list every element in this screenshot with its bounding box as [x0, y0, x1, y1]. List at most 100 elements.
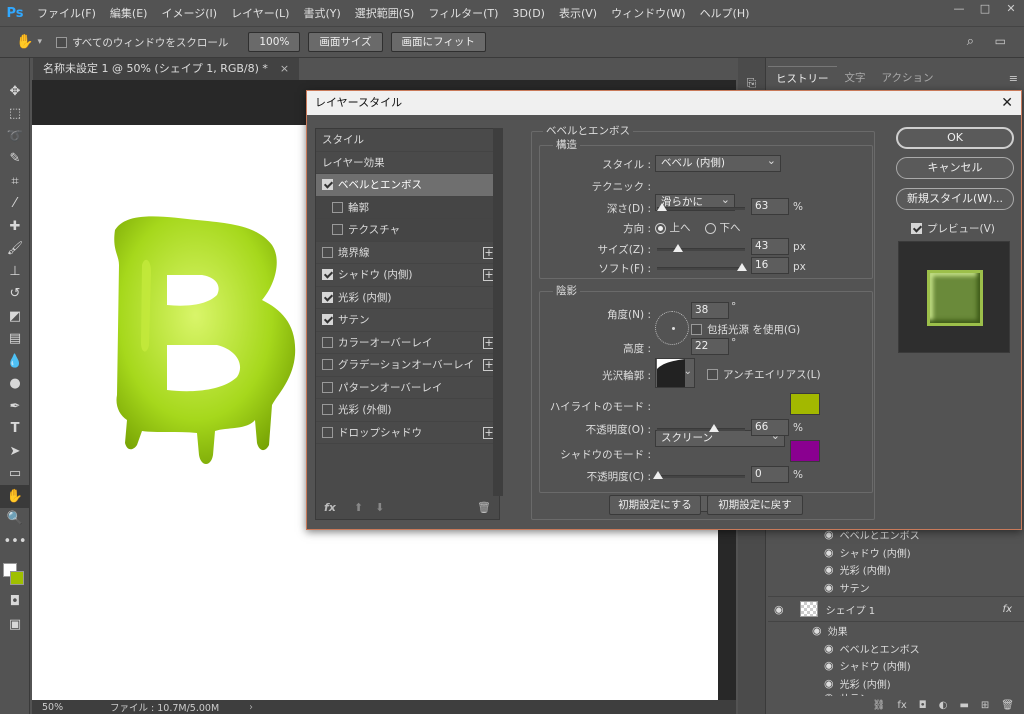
- move-tool-icon[interactable]: ✥: [0, 80, 30, 103]
- style-item[interactable]: ドロップシャドウ +: [316, 422, 499, 444]
- eye-icon[interactable]: ◉: [812, 624, 822, 637]
- eye-icon[interactable]: ◉: [824, 659, 834, 672]
- style-item[interactable]: 光彩 (外側): [316, 399, 499, 422]
- chevron-down-icon[interactable]: ⌄: [684, 366, 692, 377]
- style-item[interactable]: グラデーションオーバーレイ +: [316, 354, 499, 377]
- direction-down-radio[interactable]: 下へ: [705, 220, 741, 235]
- quick-select-tool-icon[interactable]: ✎: [0, 148, 30, 171]
- history-panel-icon[interactable]: ⎘: [738, 76, 765, 91]
- tab-actions[interactable]: アクション: [874, 66, 942, 90]
- document-tab[interactable]: 名称未設定 1 @ 50% (シェイプ 1, RGB/8) * ×: [33, 58, 300, 80]
- new-style-button[interactable]: 新規スタイル(W)...: [896, 188, 1014, 210]
- style-item[interactable]: カラーオーバーレイ +: [316, 332, 499, 354]
- layer-effect-row[interactable]: ◉ サテン: [768, 579, 1024, 597]
- style-item[interactable]: ベベルとエンボス: [316, 174, 499, 197]
- soften-input[interactable]: 16: [751, 257, 789, 274]
- status-arrow-icon[interactable]: ›: [249, 702, 253, 713]
- close-icon[interactable]: ✕: [998, 0, 1024, 18]
- size-slider[interactable]: [657, 248, 745, 251]
- make-default-button[interactable]: 初期設定にする: [609, 495, 701, 515]
- altitude-input[interactable]: 22: [691, 338, 729, 355]
- gloss-contour-picker[interactable]: ⌄: [655, 358, 695, 388]
- eye-icon[interactable]: ◉: [774, 603, 784, 616]
- shadow-opacity-slider[interactable]: [657, 475, 745, 478]
- background-color-swatch[interactable]: [10, 570, 24, 585]
- menu-type[interactable]: 書式(Y): [296, 5, 347, 21]
- shadow-opacity-input[interactable]: 0: [751, 466, 789, 483]
- lasso-tool-icon[interactable]: ➰: [0, 125, 30, 148]
- brush-tool-icon[interactable]: 🖌: [0, 238, 30, 261]
- ok-button[interactable]: OK: [896, 127, 1014, 149]
- menu-image[interactable]: イメージ(I): [154, 5, 224, 21]
- zoom-tool-icon[interactable]: 🔍: [0, 508, 30, 531]
- angle-input[interactable]: 38: [691, 302, 729, 319]
- close-icon[interactable]: ✕: [1001, 91, 1013, 115]
- fit-screen-button[interactable]: 画面サイズ: [308, 32, 383, 52]
- menu-file[interactable]: ファイル(F): [30, 5, 103, 21]
- hand-tool-icon[interactable]: ✋: [0, 485, 30, 508]
- workspace-icon[interactable]: ▭: [995, 34, 1006, 48]
- dodge-tool-icon[interactable]: ●: [0, 373, 30, 396]
- path-select-tool-icon[interactable]: ➤: [0, 440, 30, 463]
- styles-item[interactable]: スタイル: [316, 129, 499, 152]
- checkbox-icon[interactable]: [322, 359, 333, 371]
- soften-slider-thumb[interactable]: [737, 263, 747, 271]
- size-input[interactable]: 43: [751, 238, 789, 255]
- eye-icon[interactable]: ◉: [824, 546, 834, 559]
- menu-select[interactable]: 選択範囲(S): [348, 5, 422, 21]
- move-up-icon[interactable]: ⬆: [354, 501, 363, 514]
- radio-icon[interactable]: [655, 222, 666, 234]
- effects-row[interactable]: ◉ 効果: [768, 622, 1024, 640]
- fx-icon[interactable]: fx: [1003, 604, 1012, 615]
- checkbox-icon[interactable]: [322, 314, 333, 326]
- depth-input[interactable]: 63: [751, 198, 789, 215]
- checkbox-icon[interactable]: [332, 224, 343, 236]
- menu-edit[interactable]: 編集(E): [103, 5, 155, 21]
- bevel-style-select[interactable]: ベベル (内側): [655, 153, 781, 172]
- eye-icon[interactable]: ◉: [824, 677, 834, 690]
- move-down-icon[interactable]: ⬇: [375, 501, 384, 514]
- menu-window[interactable]: ウィンドウ(W): [604, 5, 692, 21]
- fx-icon[interactable]: fx: [897, 700, 906, 711]
- menu-view[interactable]: 表示(V): [552, 5, 604, 21]
- search-icon[interactable]: ⌕: [967, 34, 974, 49]
- panel-menu-icon[interactable]: ≡: [1009, 72, 1018, 85]
- style-item[interactable]: テクスチャ: [316, 219, 499, 242]
- layer-effect-row[interactable]: ◉ 光彩 (内側): [768, 561, 1024, 579]
- history-brush-tool-icon[interactable]: ↺: [0, 283, 30, 306]
- checkbox-icon[interactable]: [332, 201, 343, 213]
- radio-icon[interactable]: [705, 222, 716, 234]
- stamp-tool-icon[interactable]: ⊥: [0, 260, 30, 283]
- size-slider-thumb[interactable]: [673, 244, 683, 252]
- zoom-100-button[interactable]: 100%: [248, 32, 301, 52]
- restore-icon[interactable]: □: [972, 0, 998, 18]
- preview-checkbox[interactable]: プレビュー(V): [911, 221, 995, 236]
- style-item[interactable]: 光彩 (内側): [316, 287, 499, 309]
- style-item[interactable]: パターンオーバーレイ: [316, 377, 499, 399]
- shape-tool-icon[interactable]: ▭: [0, 463, 30, 486]
- minimize-icon[interactable]: —: [946, 0, 972, 18]
- healing-brush-tool-icon[interactable]: ✚: [0, 215, 30, 238]
- eye-icon[interactable]: ◉: [824, 581, 834, 594]
- checkbox-icon[interactable]: [322, 404, 333, 416]
- layer-row-shape[interactable]: ◉ シェイプ 1 fx: [768, 596, 1024, 622]
- style-item[interactable]: 輪郭: [316, 196, 499, 219]
- folder-icon[interactable]: ▬: [959, 700, 968, 711]
- shadow-color-swatch[interactable]: [790, 440, 820, 462]
- eyedropper-tool-icon[interactable]: ⁄: [0, 193, 30, 216]
- new-layer-icon[interactable]: ⊞: [981, 700, 989, 711]
- cancel-button[interactable]: キャンセル: [896, 157, 1014, 179]
- fill-screen-button[interactable]: 画面にフィット: [390, 32, 486, 52]
- layer-effect-row[interactable]: ◉ シャドウ (内側): [768, 657, 1024, 675]
- trash-icon[interactable]: 🗑: [477, 501, 491, 514]
- layer-effects-item[interactable]: レイヤー効果: [316, 152, 499, 174]
- antialias-checkbox[interactable]: アンチエイリアス(L): [707, 367, 821, 382]
- eye-icon[interactable]: ◉: [824, 642, 834, 655]
- hand-tool-icon[interactable]: ✋: [16, 34, 33, 50]
- link-icon[interactable]: ⛓: [873, 700, 886, 711]
- eraser-tool-icon[interactable]: ◩: [0, 305, 30, 328]
- checkbox-icon[interactable]: [322, 336, 333, 348]
- depth-slider-thumb[interactable]: [657, 203, 667, 211]
- direction-up-radio[interactable]: 上へ: [655, 220, 691, 235]
- close-document-icon[interactable]: ×: [280, 62, 289, 75]
